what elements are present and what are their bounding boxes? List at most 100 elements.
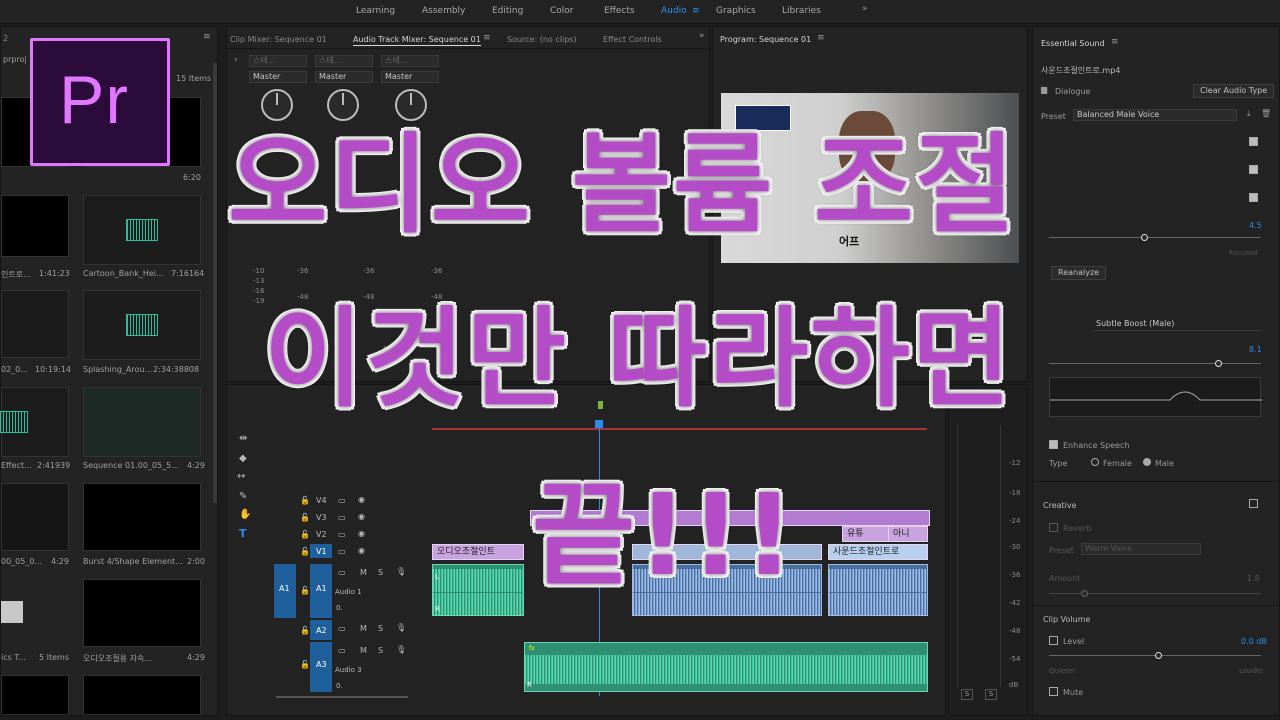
audio-clip[interactable]: fx R	[524, 642, 928, 692]
workspace-menu-icon[interactable]: ≡	[692, 6, 700, 16]
workspace-tab-color[interactable]: Color	[550, 6, 574, 16]
panel-menu-icon[interactable]: ≡	[203, 32, 211, 42]
lock-icon[interactable]: 🔓	[300, 530, 310, 539]
pan-knob[interactable]	[327, 89, 359, 121]
solo-left-button[interactable]: S	[961, 689, 973, 700]
sync-lock-icon[interactable]: ▭	[338, 513, 346, 522]
lock-icon[interactable]: 🔓	[300, 586, 310, 595]
save-preset-icon[interactable]: ⤓	[1247, 109, 1251, 119]
loudness-value[interactable]: 4.5	[1249, 221, 1262, 230]
panel-menu-icon[interactable]: ≡	[483, 33, 491, 43]
eye-icon[interactable]: ◉	[358, 495, 365, 504]
slip-tool-icon[interactable]: ↔	[237, 471, 245, 482]
workspace-tab-effects[interactable]: Effects	[604, 6, 635, 16]
expand-chevron-icon[interactable]: ›	[234, 55, 238, 65]
lock-icon[interactable]: 🔓	[300, 513, 310, 522]
tab-clip-mixer[interactable]: Clip Mixer: Sequence 01	[230, 35, 327, 44]
eye-icon[interactable]: ◉	[358, 529, 365, 538]
razor-tool-icon[interactable]: ◆	[239, 453, 247, 464]
preset-select[interactable]: Balanced Male Voice	[1073, 109, 1237, 121]
project-scrollbar[interactable]	[213, 63, 217, 503]
clip-thumbnail[interactable]	[83, 675, 201, 715]
audio-clip[interactable]	[828, 564, 928, 616]
microphone-icon[interactable]: 🎙	[396, 567, 406, 576]
channel-output-select[interactable]: Master	[249, 71, 307, 83]
channel-input-select[interactable]: 스테...	[315, 55, 373, 67]
slider-track[interactable]	[1049, 363, 1261, 364]
panel-menu-icon[interactable]: ≡	[1111, 37, 1119, 47]
timeline-zoom-scrollbar[interactable]	[276, 696, 408, 698]
checkbox[interactable]	[1249, 137, 1258, 146]
sync-lock-icon[interactable]: ▭	[338, 646, 346, 655]
channel-output-select[interactable]: Master	[381, 71, 439, 83]
type-tool-icon[interactable]: T	[239, 527, 247, 540]
microphone-icon[interactable]: 🎙	[396, 645, 406, 654]
checkbox[interactable]	[1249, 193, 1258, 202]
ripple-edit-tool-icon[interactable]: ⇹	[239, 433, 247, 444]
eye-icon[interactable]: ◉	[358, 512, 365, 521]
workspace-tab-libraries[interactable]: Libraries	[782, 6, 821, 16]
tab-source[interactable]: Source: (no clips)	[507, 35, 577, 44]
panel-menu-icon[interactable]: ≡	[817, 33, 825, 43]
slider-handle[interactable]	[1215, 360, 1222, 367]
sync-lock-icon[interactable]: ▭	[338, 624, 346, 633]
mute-button[interactable]: M	[360, 624, 367, 633]
video-clip[interactable]: 사운드조절인트로	[828, 544, 928, 560]
reanalyze-button[interactable]: Reanalyze	[1051, 266, 1107, 280]
clip-thumbnail[interactable]	[1, 195, 69, 257]
level-checkbox[interactable]	[1049, 636, 1058, 645]
hand-tool-icon[interactable]: ✋	[239, 509, 251, 520]
track-volume[interactable]: 0.	[336, 604, 343, 612]
slider-handle[interactable]	[1081, 590, 1088, 597]
audio-clip-thumbnail[interactable]	[83, 195, 201, 265]
microphone-icon[interactable]: 🎙	[396, 623, 406, 632]
track-volume[interactable]: 0.	[336, 682, 343, 690]
lock-icon[interactable]: 🔓	[300, 496, 310, 505]
pen-tool-icon[interactable]: ✎	[239, 491, 247, 502]
workspace-tab-editing[interactable]: Editing	[492, 6, 523, 16]
solo-right-button[interactable]: S	[985, 689, 997, 700]
slider-handle[interactable]	[1155, 652, 1162, 659]
pan-knob[interactable]	[395, 89, 427, 121]
clip-thumbnail[interactable]	[83, 483, 201, 551]
mute-button[interactable]: M	[360, 646, 367, 655]
workspace-tab-learning[interactable]: Learning	[356, 6, 395, 16]
delete-preset-icon[interactable]: 🗑	[1261, 109, 1271, 118]
pan-knob[interactable]	[261, 89, 293, 121]
clip-thumbnail[interactable]	[83, 579, 201, 647]
channel-input-select[interactable]: 스테...	[249, 55, 307, 67]
reverb-preset-select[interactable]: Warm Voice	[1081, 543, 1201, 555]
channel-input-select[interactable]: 스테...	[381, 55, 439, 67]
eq-amount-value[interactable]: 8.1	[1249, 345, 1262, 354]
slider-handle[interactable]	[1141, 234, 1148, 241]
overflow-chevron-icon[interactable]: »	[699, 31, 705, 41]
channel-output-select[interactable]: Master	[315, 71, 373, 83]
work-area-bar[interactable]	[432, 428, 927, 430]
eye-icon[interactable]: ◉	[358, 546, 365, 555]
sequence-thumbnail[interactable]	[83, 387, 201, 457]
checkbox[interactable]	[1249, 165, 1258, 174]
radio-male[interactable]	[1143, 458, 1151, 466]
sync-lock-icon[interactable]: ▭	[338, 530, 346, 539]
solo-button[interactable]: S	[378, 646, 383, 655]
audio-clip[interactable]: L R	[432, 564, 524, 616]
reverb-checkbox[interactable]	[1049, 523, 1058, 532]
enhance-speech-checkbox[interactable]	[1049, 440, 1058, 449]
sync-lock-icon[interactable]: ▭	[338, 547, 346, 556]
sync-lock-icon[interactable]: ▭	[338, 568, 346, 577]
radio-female[interactable]	[1091, 458, 1099, 466]
clip-thumbnail[interactable]	[1, 290, 69, 358]
workspace-tab-graphics[interactable]: Graphics	[716, 6, 756, 16]
level-value[interactable]: 0.0 dB	[1241, 637, 1267, 646]
overflow-chevron-icon[interactable]: »	[862, 4, 868, 14]
mute-button[interactable]: M	[360, 568, 367, 577]
video-clip[interactable]: 오디오조절인트	[432, 544, 524, 560]
audio-clip-thumbnail[interactable]	[0, 387, 69, 457]
tab-effect-controls[interactable]: Effect Controls	[603, 35, 662, 44]
tab-audio-track-mixer[interactable]: Audio Track Mixer: Sequence 01	[353, 35, 481, 46]
bin-folder-icon[interactable]	[1, 601, 23, 623]
lock-icon[interactable]: 🔓	[300, 660, 310, 669]
lock-icon[interactable]: 🔓	[300, 626, 310, 635]
workspace-tab-assembly[interactable]: Assembly	[422, 6, 465, 16]
eq-preset-select[interactable]: Subtle Boost (Male)	[1093, 319, 1261, 331]
